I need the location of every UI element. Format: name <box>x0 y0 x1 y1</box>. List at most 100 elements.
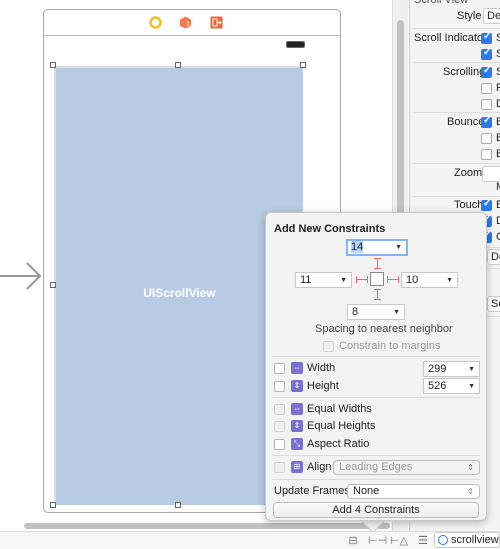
update-frames-popup[interactable]: None ⇕ <box>347 484 480 499</box>
pin-icon[interactable]: ⊢⊣ <box>368 535 387 547</box>
zoom-sub-label: M <box>496 181 500 193</box>
scrolling-label: Scrolling <box>443 66 486 78</box>
separator <box>272 479 480 480</box>
width-value-combo[interactable]: 299 ▼ <box>423 361 480 377</box>
equal-widths-label: Equal Widths <box>307 403 372 415</box>
equal-heights-checkbox[interactable] <box>274 421 285 432</box>
checkbox-label: B <box>496 148 500 160</box>
chevron-down-icon[interactable]: ▼ <box>393 306 400 320</box>
scene-circle-icon <box>438 535 448 545</box>
align-label: Align <box>307 461 332 473</box>
resize-handle-bottom-left[interactable] <box>50 502 56 508</box>
top-strut-icon[interactable] <box>374 258 381 269</box>
right-spacing-value: 10 <box>406 274 419 286</box>
bounce-vertical-checkbox[interactable] <box>481 149 492 160</box>
battery-icon <box>286 41 305 48</box>
checkbox-label: B <box>496 199 500 211</box>
bounce-horizontal-checkbox[interactable] <box>481 133 492 144</box>
left-spacing-value: 11 <box>300 274 312 286</box>
resize-handle-top-right[interactable] <box>300 62 306 68</box>
spacing-caption: Spacing to nearest neighbor <box>315 323 453 335</box>
chevron-down-icon[interactable]: ▼ <box>395 242 402 254</box>
svg-text:1: 1 <box>186 21 190 28</box>
separator <box>272 397 480 398</box>
equal-widths-checkbox[interactable] <box>274 404 285 415</box>
resize-handle-top[interactable] <box>175 62 181 68</box>
width-checkbox[interactable] <box>274 363 285 374</box>
horizontal-scrollbar[interactable] <box>24 523 390 529</box>
inspector-section-title: Scroll View <box>414 0 469 6</box>
separator <box>414 112 500 113</box>
bottom-strut-icon[interactable] <box>374 289 381 300</box>
right-spacing-combo[interactable]: 10 ▼ <box>401 272 458 288</box>
scene-name: scrollview <box>451 534 499 546</box>
direction-lock-checkbox[interactable] <box>481 99 492 110</box>
scroll-indicator-horizontal-checkbox[interactable] <box>481 31 492 44</box>
align-popup[interactable]: Leading Edges ⇕ <box>333 460 480 475</box>
left-spacing-combo[interactable]: 11 ▼ <box>295 272 352 288</box>
chevron-down-icon[interactable]: ▼ <box>340 274 347 288</box>
right-strut-icon[interactable] <box>387 276 399 283</box>
checkbox-label: B <box>496 132 500 144</box>
scrolling-enabled-checkbox[interactable] <box>481 65 492 78</box>
align-icon: ⊞ <box>291 461 303 473</box>
height-checkbox[interactable] <box>274 381 285 392</box>
width-label: Width <box>307 362 336 374</box>
width-value: 299 <box>428 363 447 375</box>
chevron-down-icon[interactable]: ▼ <box>446 274 453 288</box>
exit-icon[interactable] <box>210 16 223 29</box>
top-spacing-combo[interactable]: 14 ▼ <box>346 239 408 256</box>
first-responder-icon[interactable]: 1 <box>179 16 192 29</box>
style-popup[interactable]: De <box>483 8 500 24</box>
paging-enabled-checkbox[interactable] <box>481 83 492 94</box>
separator <box>272 356 480 357</box>
stack-icon[interactable]: ⊟ <box>346 535 360 547</box>
chevron-down-icon[interactable]: ▼ <box>468 363 475 377</box>
keyboard-popup[interactable]: Do <box>487 249 500 265</box>
height-value: 526 <box>428 380 447 392</box>
constraint-center-box <box>370 272 384 286</box>
resolve-icon[interactable]: ⊢△ <box>390 535 408 547</box>
left-strut-icon[interactable] <box>356 276 368 283</box>
scene-dock: 1 <box>44 10 340 36</box>
constrain-to-margins-checkbox[interactable] <box>323 341 334 352</box>
separator <box>414 163 500 164</box>
align-value: Leading Edges <box>339 461 413 473</box>
top-spacing-value: 14 <box>351 241 364 253</box>
separator <box>272 455 480 456</box>
add-constraints-popover: Add New Constraints 14 ▼ 11 ▼ 10 ▼ 8 ▼ S… <box>265 212 487 521</box>
width-constraint-icon: ⇔ <box>291 362 303 374</box>
bottom-spacing-value: 8 <box>352 306 359 318</box>
resize-handle-left[interactable] <box>50 282 56 288</box>
view-controller-icon[interactable] <box>149 16 162 29</box>
checkbox-label: S <box>496 48 500 60</box>
bounces-checkbox[interactable] <box>481 115 492 128</box>
update-frames-label: Update Frames <box>274 485 350 497</box>
add-constraints-button[interactable]: Add 4 Constraints <box>273 502 479 518</box>
constrain-to-margins-label: Constrain to margins <box>339 340 441 352</box>
bottom-spacing-combo[interactable]: 8 ▼ <box>347 304 405 320</box>
bounces-zoom-checkbox[interactable] <box>481 198 492 211</box>
checkbox-label: P <box>496 82 500 94</box>
equal-widths-icon: ⇔ <box>291 403 303 415</box>
chevron-down-icon[interactable]: ▼ <box>468 380 475 394</box>
checkbox-label: S <box>496 32 500 44</box>
resize-handle-bottom[interactable] <box>175 502 181 508</box>
touch-label: Touch <box>454 199 484 211</box>
height-constraint-icon: ⇕ <box>291 380 303 392</box>
outline-icon[interactable]: ☰ <box>416 535 430 547</box>
checkbox-label: D <box>496 215 500 227</box>
height-label: Height <box>307 380 339 392</box>
canvas-bottom-bar: ⊟ ⊢⊣ ⊢△ ☰ <box>0 531 500 549</box>
scene-selector[interactable]: scrollview <box>434 532 500 548</box>
separator <box>414 196 500 197</box>
separator <box>414 28 500 29</box>
resize-handle-top-left[interactable] <box>50 62 56 68</box>
aspect-ratio-icon: ⤡ <box>291 438 303 450</box>
aspect-ratio-checkbox[interactable] <box>274 439 285 450</box>
height-value-combo[interactable]: 526 ▼ <box>423 378 480 394</box>
zoom-min-field[interactable] <box>482 166 500 182</box>
scroll-indicator-vertical-checkbox[interactable] <box>481 47 492 60</box>
indicator-style-popup[interactable]: Sca <box>487 296 500 312</box>
align-checkbox[interactable] <box>274 462 285 473</box>
